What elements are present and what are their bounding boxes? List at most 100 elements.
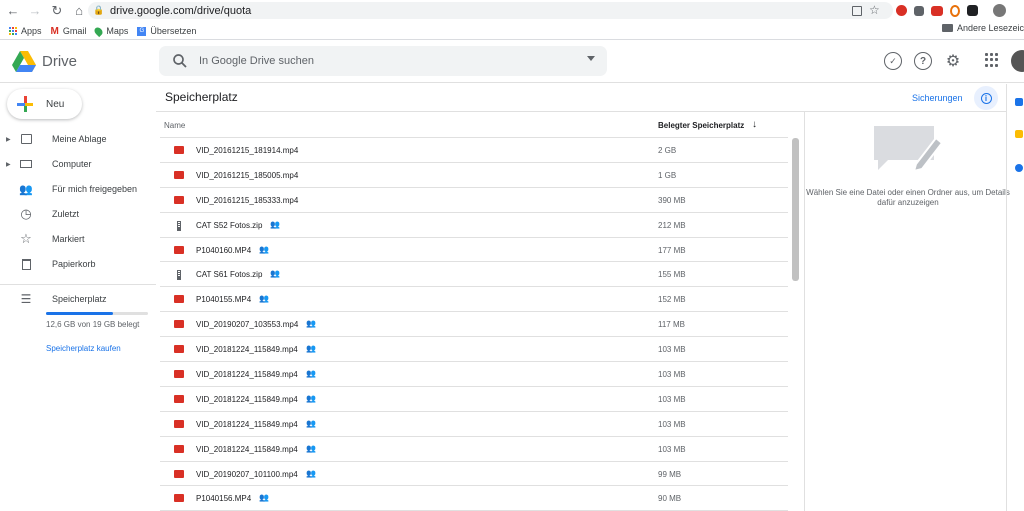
- table-row[interactable]: VID_20181224_115849.mp4 👥 103 MB: [160, 362, 788, 387]
- file-name: VID_20161215_185333.mp4: [196, 195, 299, 205]
- reload-icon[interactable]: ↻: [46, 0, 68, 21]
- back-icon[interactable]: ←: [2, 0, 24, 21]
- expand-arrow-icon[interactable]: ▶: [6, 136, 16, 143]
- buy-storage-link[interactable]: Speicherplatz kaufen: [46, 344, 121, 353]
- other-bookmarks[interactable]: Andere Lesezeic: [941, 23, 1024, 33]
- details-illustration: [874, 126, 942, 173]
- extension-icon[interactable]: [931, 5, 943, 16]
- file-name: VID_20181224_115849.mp4: [196, 394, 298, 404]
- drive-header: Drive In Google Drive suchen ✓ ? ⚙: [0, 41, 1024, 83]
- table-row[interactable]: VID_20181224_115849.mp4 👥 103 MB: [160, 437, 788, 462]
- table-row[interactable]: VID_20181224_115849.mp4 👥 103 MB: [160, 387, 788, 412]
- file-name: CAT S61 Fotos.zip: [196, 270, 263, 280]
- address-url: drive.google.com/drive/quota: [110, 4, 252, 17]
- file-name: VID_20181224_115849.mp4: [196, 370, 298, 380]
- table-row[interactable]: P1040156.MP4 👥 90 MB: [160, 486, 788, 511]
- help-icon[interactable]: ?: [914, 52, 932, 70]
- new-button[interactable]: Neu: [7, 89, 82, 119]
- file-name: VID_20181224_115849.mp4: [196, 345, 298, 355]
- keep-icon[interactable]: [1015, 130, 1023, 138]
- computer-icon: [18, 156, 34, 172]
- maps-pin-icon: [93, 25, 105, 37]
- table-row[interactable]: VID_20161215_185333.mp4 390 MB: [160, 188, 788, 213]
- bookmark-apps[interactable]: Apps: [9, 26, 42, 36]
- bookmark-translate[interactable]: G Übersetzen: [137, 26, 196, 36]
- address-bar[interactable]: 🔒 drive.google.com/drive/quota: [88, 2, 893, 19]
- file-size: 103 MB: [658, 345, 686, 355]
- search-icon[interactable]: [171, 52, 189, 70]
- bookmark-label: Maps: [106, 26, 129, 36]
- extension-icon[interactable]: [967, 5, 978, 16]
- expand-arrow-icon[interactable]: ▶: [6, 161, 16, 168]
- sidebar-item-computer[interactable]: ▶ Computer: [0, 152, 156, 176]
- home-icon[interactable]: ⌂: [68, 0, 90, 21]
- sidebar-item-trash[interactable]: Papierkorb: [0, 252, 156, 276]
- table-row[interactable]: CAT S61 Fotos.zip 👥 155 MB: [160, 262, 788, 288]
- shared-people-icon: 👥: [306, 443, 316, 453]
- sidebar-item-shared[interactable]: 👥 Für mich freigegeben: [0, 177, 156, 201]
- calendar-icon[interactable]: [1015, 98, 1023, 106]
- film-icon: [174, 469, 184, 478]
- tasks-icon[interactable]: [1015, 164, 1023, 172]
- table-row[interactable]: CAT S52 Fotos.zip 👥 212 MB: [160, 213, 788, 238]
- main-content: Speicherplatz Sicherungen i Name Belegte…: [156, 84, 1010, 511]
- extension-icon[interactable]: [896, 5, 907, 16]
- sidebar-item-label: Papierkorb: [52, 259, 96, 269]
- table-row[interactable]: P1040155.MP4 👥 152 MB: [160, 287, 788, 313]
- apps-grid-icon: [9, 27, 17, 35]
- table-row[interactable]: VID_20190207_101100.mp4 👥 99 MB: [160, 462, 788, 487]
- file-name: VID_20181224_115849.mp4: [196, 444, 298, 454]
- backups-link[interactable]: Sicherungen: [912, 93, 963, 103]
- shared-people-icon: 👥: [306, 344, 316, 354]
- table-row[interactable]: P1040160.MP4 👥 177 MB: [160, 238, 788, 263]
- film-icon: [174, 320, 184, 329]
- column-header-size[interactable]: Belegter Speicherplatz: [658, 121, 744, 130]
- file-size: 103 MB: [658, 394, 686, 404]
- extension-icon[interactable]: [914, 5, 924, 16]
- shared-people-icon: 👥: [306, 369, 316, 379]
- lock-icon: 🔒: [93, 5, 105, 15]
- film-icon: [174, 295, 184, 304]
- drive-logo-icon: [12, 51, 36, 72]
- search-input[interactable]: In Google Drive suchen: [159, 46, 607, 76]
- sidebar-item-starred[interactable]: ☆ Markiert: [0, 227, 156, 251]
- table-row[interactable]: VID_20161215_181914.mp4 2 GB: [160, 138, 788, 163]
- info-icon[interactable]: i: [974, 86, 998, 110]
- extension-icon[interactable]: [950, 4, 960, 17]
- table-row[interactable]: VID_20181224_115849.mp4 👥 103 MB: [160, 412, 788, 437]
- film-icon: [174, 370, 184, 379]
- scrollbar[interactable]: [792, 138, 799, 281]
- file-size: 212 MB: [658, 220, 686, 230]
- star-icon[interactable]: ☆: [869, 3, 881, 18]
- search-options-icon[interactable]: [587, 56, 595, 61]
- column-header-name[interactable]: Name: [164, 121, 185, 130]
- page-title: Speicherplatz: [165, 90, 238, 104]
- file-name: CAT S52 Fotos.zip: [196, 220, 263, 230]
- apps-grid-icon[interactable]: [985, 53, 999, 67]
- share-icon[interactable]: [852, 5, 862, 16]
- shared-people-icon: 👥: [259, 294, 269, 304]
- table-row[interactable]: VID_20181224_115849.mp4 👥 103 MB: [160, 337, 788, 363]
- sidebar-divider: [0, 284, 156, 285]
- gear-icon[interactable]: ⚙: [944, 52, 962, 70]
- shared-people-icon: 👥: [259, 244, 269, 254]
- bookmark-maps[interactable]: Maps: [93, 25, 129, 37]
- sidebar-item-my-drive[interactable]: ▶ Meine Ablage: [0, 127, 156, 151]
- sidebar-item-recent[interactable]: ◷ Zuletzt: [0, 202, 156, 226]
- browser-chrome: ← → ↻ ⌂ 🔒 drive.google.com/drive/quota ☆…: [0, 0, 1024, 40]
- file-name: VID_20181224_115849.mp4: [196, 419, 298, 429]
- table-row[interactable]: VID_20190207_103553.mp4 👥 117 MB: [160, 312, 788, 338]
- profile-icon[interactable]: [993, 4, 1006, 17]
- drive-logo[interactable]: Drive: [12, 51, 77, 72]
- gmail-icon: M: [50, 25, 59, 37]
- sort-arrow-icon[interactable]: ↓: [752, 119, 757, 130]
- sidebar-item-storage[interactable]: ☰ Speicherplatz: [0, 287, 156, 311]
- storage-icon: ☰: [20, 292, 32, 306]
- shared-people-icon: 👥: [306, 418, 316, 428]
- drive-app-name: Drive: [42, 53, 78, 70]
- avatar[interactable]: [1011, 50, 1024, 72]
- table-row[interactable]: VID_20161215_185005.mp4 1 GB: [160, 163, 788, 188]
- bookmark-gmail[interactable]: M Gmail: [51, 26, 87, 37]
- forward-icon[interactable]: →: [24, 0, 46, 21]
- offline-icon[interactable]: ✓: [884, 52, 902, 70]
